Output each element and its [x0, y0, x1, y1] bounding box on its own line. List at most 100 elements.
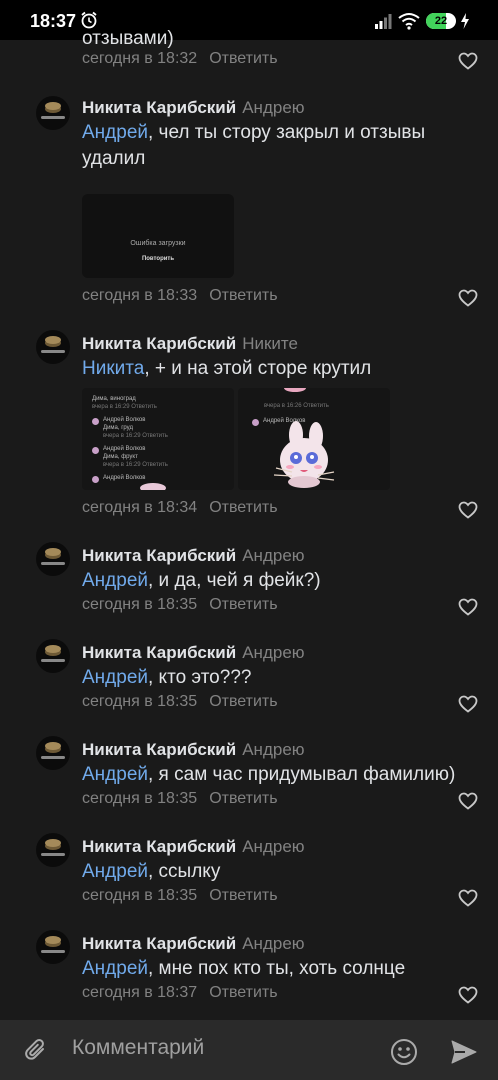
comment-author[interactable]: Никита Карибский [82, 546, 236, 565]
mention-link[interactable]: Андрей [82, 667, 148, 688]
reply-button[interactable]: Ответить [209, 693, 277, 710]
screenshot-thumbnail[interactable]: вчера в 16:26 Ответить Андрей Волков [238, 388, 390, 490]
mini-avatar [92, 447, 99, 454]
send-icon[interactable] [450, 1038, 478, 1066]
comment-meta: сегодня в 18:35 Ответить [82, 790, 278, 808]
avatar[interactable] [36, 330, 70, 364]
comment-author[interactable]: Никита Карибский [82, 740, 236, 759]
mini-reply: Ответить [131, 404, 157, 410]
comment-meta: сегодня в 18:35 Ответить [82, 887, 278, 905]
comment-meta: сегодня в 18:34 Ответить [82, 499, 278, 517]
reply-target: Андрею [242, 546, 305, 565]
reply-button[interactable]: Ответить [209, 790, 277, 807]
mention-link[interactable]: Андрей [82, 764, 148, 785]
heart-icon[interactable] [458, 598, 478, 616]
comment-text: , кто это??? [148, 667, 252, 688]
sticker-fragment [284, 388, 306, 392]
comment-meta: сегодня в 18:35 Ответить [82, 693, 278, 711]
mini-mention: Дима [92, 396, 107, 402]
comment-input[interactable]: Комментарий [72, 1036, 204, 1060]
comment-input-bar: Комментарий [0, 1020, 498, 1080]
mention-link[interactable]: Андрей [82, 861, 148, 882]
comment-author[interactable]: Никита Карибский [82, 334, 236, 353]
mini-text: , виноград [106, 396, 136, 402]
avatar[interactable] [36, 542, 70, 576]
mini-name: Андрей Волков [103, 417, 146, 423]
reply-button[interactable]: Ответить [209, 50, 277, 67]
comment-meta: сегодня в 18:35 Ответить [82, 596, 278, 614]
reply-target: Андрею [242, 98, 305, 117]
reply-button[interactable]: Ответить [209, 887, 277, 904]
comment-time: сегодня в 18:35 [82, 887, 198, 904]
status-bar: 18:37 22 [0, 0, 498, 40]
alarm-icon [81, 11, 97, 29]
battery-level: 22 [434, 15, 448, 27]
reply-button[interactable]: Ответить [209, 984, 277, 1001]
screenshot-thumbnail[interactable]: Дима, виноград вчера в 16:29 Ответить Ан… [82, 388, 234, 490]
heart-icon[interactable] [458, 289, 478, 307]
heart-icon[interactable] [458, 792, 478, 810]
comment-time: сегодня в 18:35 [82, 693, 198, 710]
comment-text: , + и на этой сторе крутил [144, 358, 372, 379]
mini-avatar [92, 476, 99, 483]
mini-avatar [92, 418, 99, 425]
avatar[interactable] [36, 833, 70, 867]
reply-target: Андрею [242, 837, 305, 856]
comment-meta: сегодня в 18:32 Ответить [82, 50, 278, 68]
mini-reply: Ответить [142, 433, 168, 439]
charging-icon [461, 13, 469, 29]
mini-name: Андрей Волков [103, 446, 146, 452]
heart-icon[interactable] [458, 52, 478, 70]
comment-author[interactable]: Никита Карибский [82, 837, 236, 856]
heart-icon[interactable] [458, 889, 478, 907]
reply-target: Андрею [242, 934, 305, 953]
mini-time: вчера в 16:26 [264, 403, 302, 409]
image-attachment: Ошибка загрузки Повторить [82, 194, 234, 278]
comment-meta: сегодня в 18:33 Ответить [82, 287, 278, 305]
heart-icon[interactable] [458, 501, 478, 519]
mini-text: , фрукт [117, 454, 138, 460]
reply-button[interactable]: Ответить [209, 499, 277, 516]
emoji-icon[interactable] [390, 1038, 418, 1066]
mini-reply: Ответить [142, 462, 168, 468]
reply-target: Никите [242, 334, 298, 353]
comment-author[interactable]: Никита Карибский [82, 98, 236, 117]
comment-text: , и да, чей я фейк?) [148, 570, 321, 591]
mention-link[interactable]: Андрей [82, 122, 148, 143]
battery-icon: 22 [426, 13, 456, 29]
avatar[interactable] [36, 639, 70, 673]
mention-link[interactable]: Андрей [82, 570, 148, 591]
comment-time: сегодня в 18:35 [82, 596, 198, 613]
heart-icon[interactable] [458, 695, 478, 713]
comment-meta: сегодня в 18:37 Ответить [82, 984, 278, 1002]
sticker-fragment [140, 483, 166, 490]
reply-target: Андрею [242, 740, 305, 759]
mini-name: Андрей Волков [103, 475, 146, 481]
mini-time: вчера в 16:29 [92, 404, 130, 410]
reply-target: Андрею [242, 643, 305, 662]
comment-time: сегодня в 18:37 [82, 984, 198, 1001]
comment-text: , мне пох кто ты, хоть солнце [148, 958, 406, 979]
avatar[interactable] [36, 930, 70, 964]
mention-link[interactable]: Андрей [82, 958, 148, 979]
mini-reply: Ответить [303, 403, 329, 409]
retry-button[interactable]: Повторить [82, 256, 234, 262]
comment-text: , ссылку [148, 861, 221, 882]
avatar[interactable] [36, 96, 70, 130]
comment-time: сегодня в 18:35 [82, 790, 198, 807]
status-time: 18:37 [30, 11, 77, 31]
avatar[interactable] [36, 736, 70, 770]
mini-time: вчера в 16:29 [103, 433, 141, 439]
heart-icon[interactable] [458, 986, 478, 1004]
comment-author[interactable]: Никита Карибский [82, 934, 236, 953]
comment-text-fragment: отзывами) [82, 28, 174, 49]
mini-text: , груд [117, 425, 133, 431]
mention-link[interactable]: Никита [82, 358, 144, 379]
mini-time: вчера в 16:29 [103, 462, 141, 468]
reply-button[interactable]: Ответить [209, 596, 277, 613]
comment-author[interactable]: Никита Карибский [82, 643, 236, 662]
reply-button[interactable]: Ответить [209, 287, 277, 304]
attach-icon[interactable] [24, 1038, 50, 1064]
load-error-text: Ошибка загрузки [130, 240, 186, 247]
comment-time: сегодня в 18:32 [82, 50, 198, 67]
